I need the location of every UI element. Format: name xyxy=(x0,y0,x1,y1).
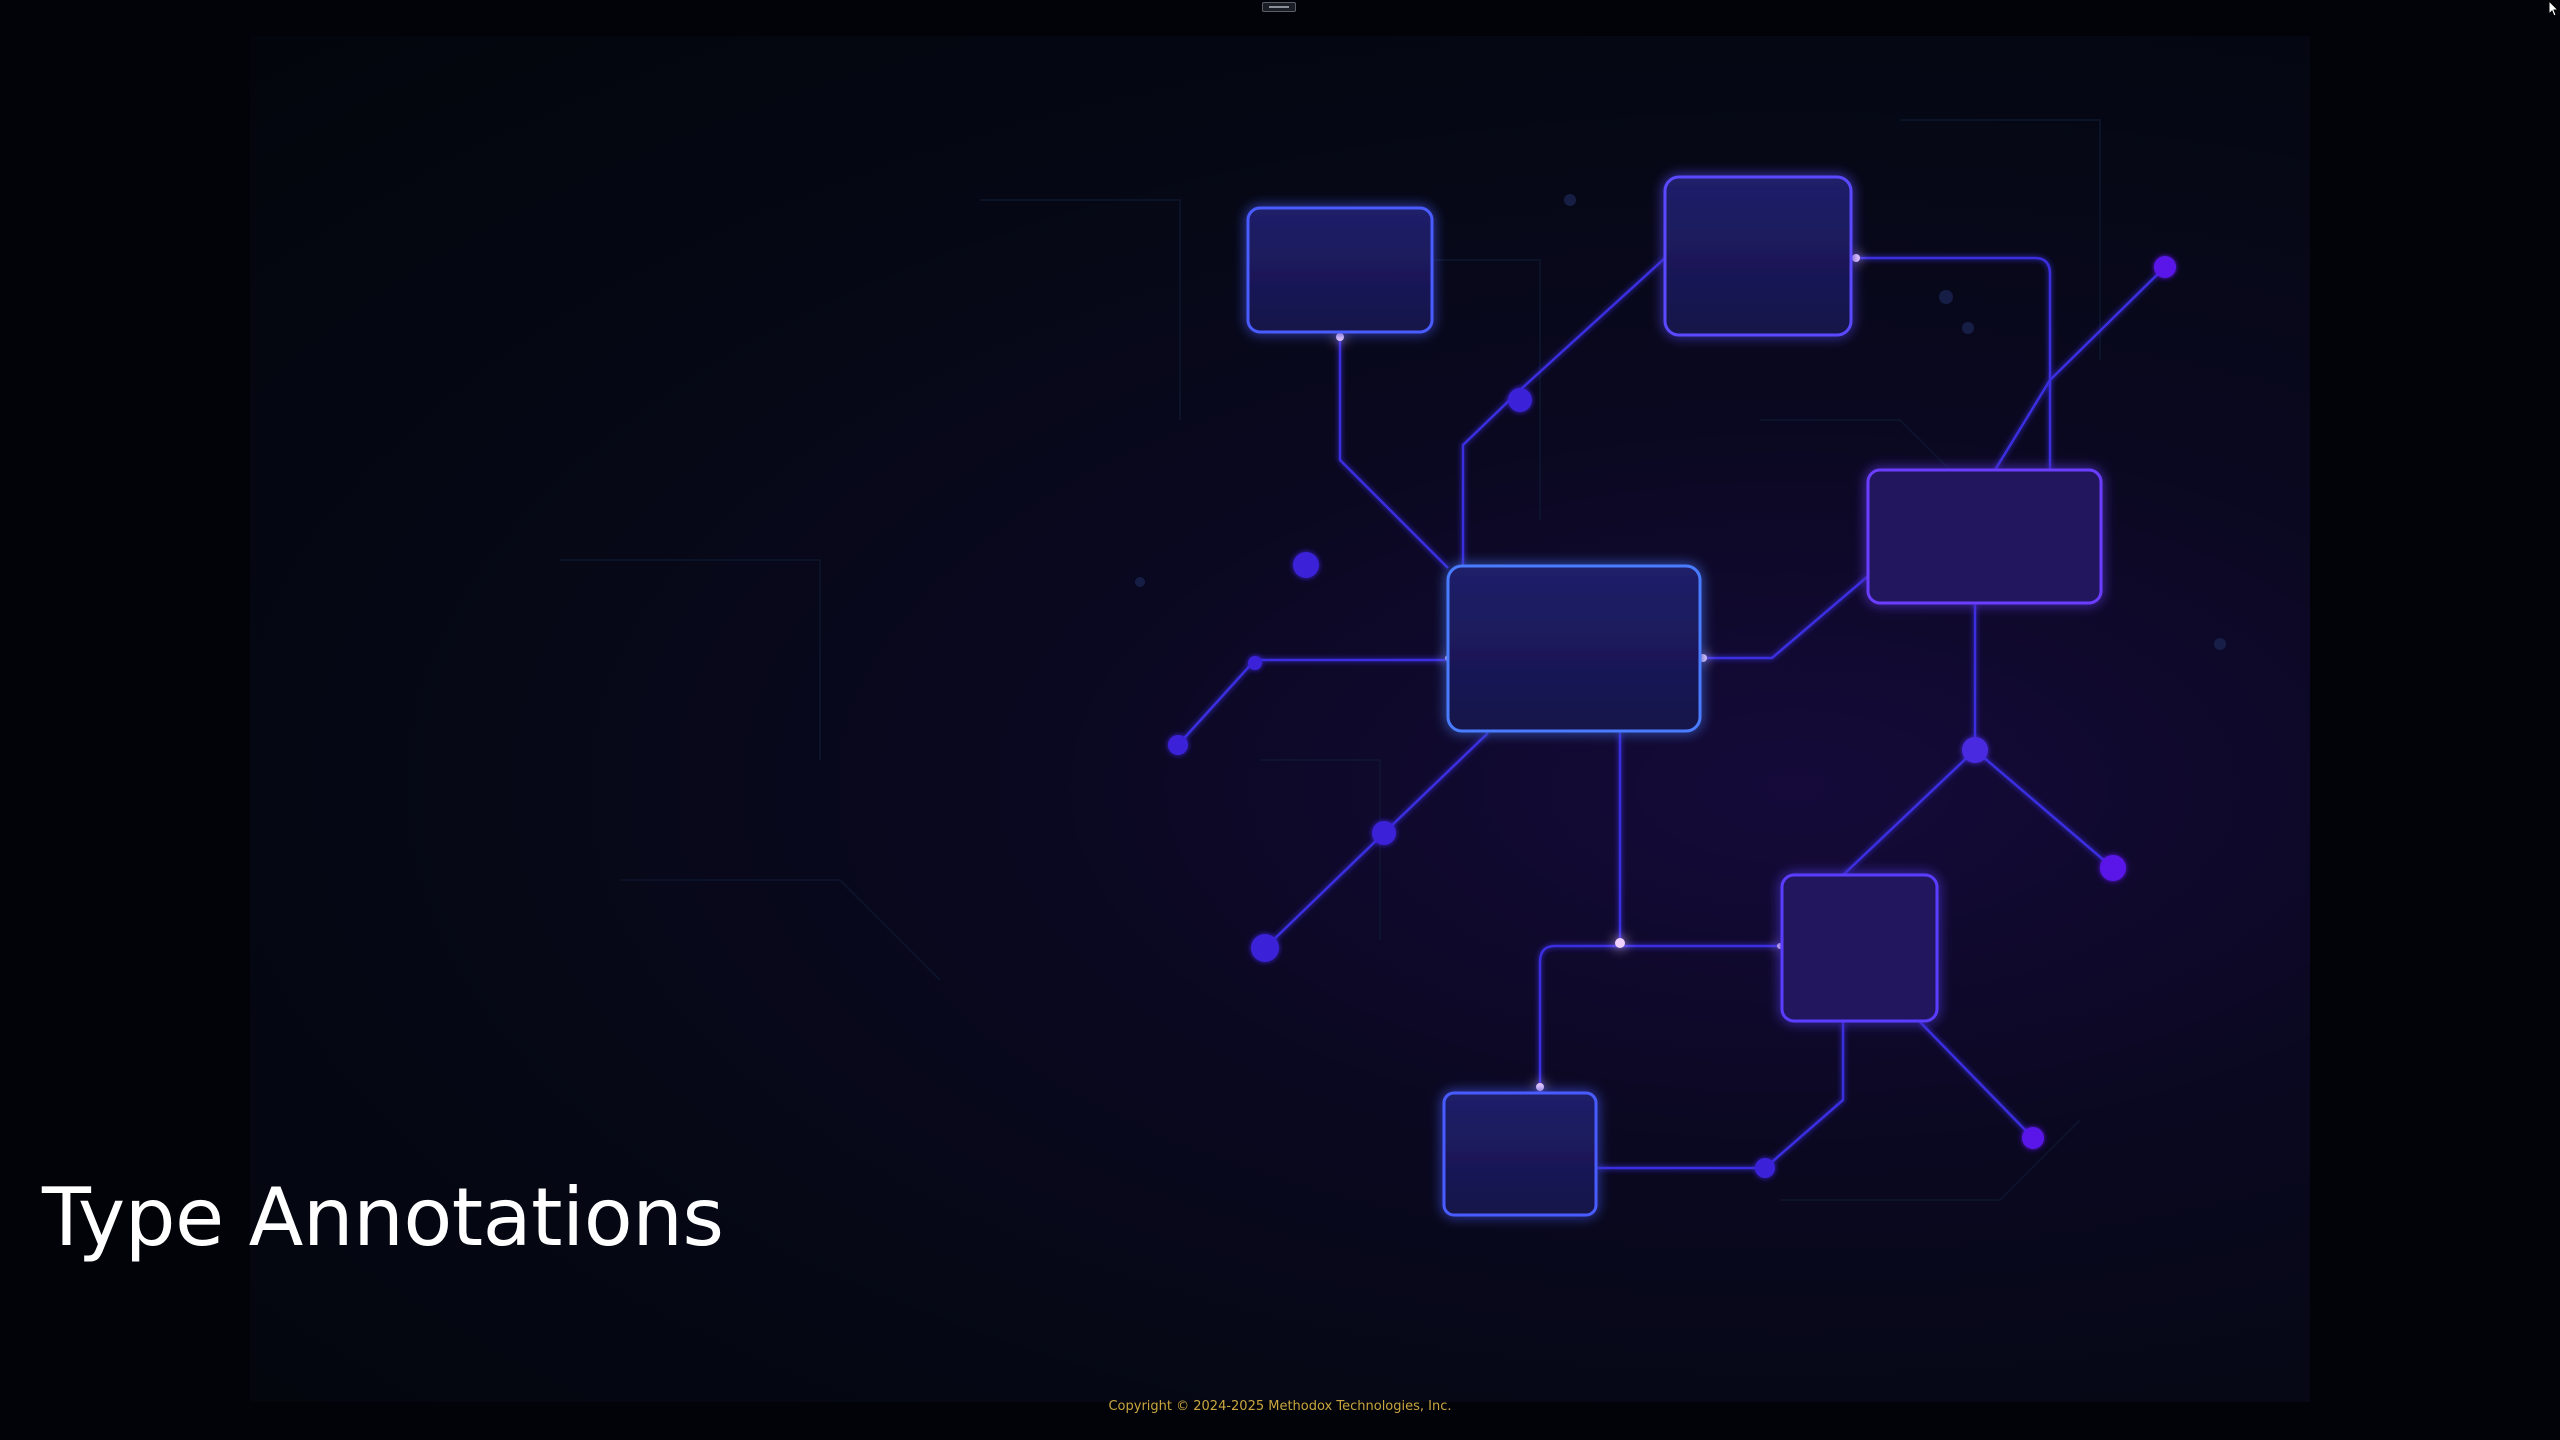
dot xyxy=(1372,821,1396,845)
link xyxy=(1974,749,2114,869)
network-nodes xyxy=(1246,175,2103,1217)
dot xyxy=(2022,1127,2044,1149)
dot xyxy=(2100,855,2126,881)
node-box xyxy=(1663,175,1853,337)
link xyxy=(1919,1021,2034,1139)
dot xyxy=(1293,552,1319,578)
link xyxy=(1700,576,1868,660)
dot xyxy=(1508,388,1532,412)
dot xyxy=(1251,934,1279,962)
spark xyxy=(1336,333,1344,341)
dot xyxy=(2154,256,2176,278)
link xyxy=(1538,944,1782,1093)
footer-copyright: Copyright © 2024-2025 Methodox Technolog… xyxy=(1108,1399,1452,1414)
dot xyxy=(1248,656,1262,670)
link xyxy=(1338,330,1449,569)
node-box xyxy=(1446,564,1702,733)
node-box xyxy=(1780,873,1939,1023)
dot xyxy=(1168,735,1188,755)
link xyxy=(1841,603,1977,877)
page-title: Type Annotations xyxy=(42,1171,724,1264)
node-box xyxy=(1866,468,2103,605)
link xyxy=(1853,256,2052,470)
link xyxy=(1177,658,1447,746)
dot xyxy=(1962,737,1988,763)
spark xyxy=(1852,254,1860,262)
link xyxy=(1993,266,2166,471)
spark xyxy=(1615,938,1625,948)
link xyxy=(1596,1022,1845,1170)
node-box xyxy=(1246,206,1434,334)
node-box xyxy=(1442,1091,1598,1217)
dot xyxy=(1755,1158,1775,1178)
spark xyxy=(1536,1083,1544,1091)
link xyxy=(1461,257,1666,566)
